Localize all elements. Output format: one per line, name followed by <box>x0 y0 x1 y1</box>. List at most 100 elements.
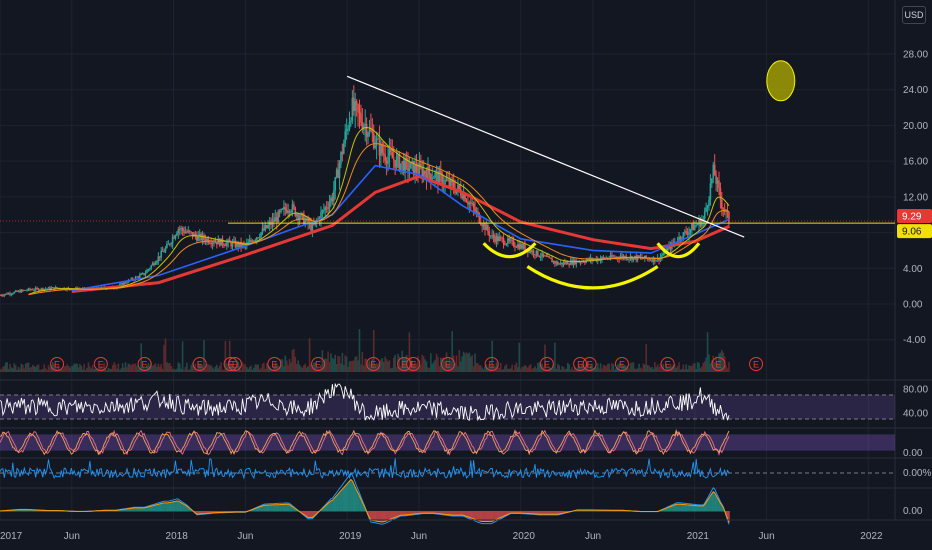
volume-bar <box>655 367 658 372</box>
chart-canvas[interactable]: E E E E EE E E E E E E E E E E E E E E 28.0024.0020.0016.0… <box>0 0 932 550</box>
candle-body <box>385 160 388 164</box>
candle-body <box>44 288 47 290</box>
candle-body <box>251 241 254 243</box>
price-axis-tick: 12.00 <box>903 192 928 203</box>
volume-bar <box>562 367 565 372</box>
earnings-marker[interactable]: E <box>614 357 629 371</box>
earnings-letter: E <box>489 360 495 370</box>
candle-body <box>421 166 424 177</box>
earnings-marker[interactable]: E <box>267 357 282 371</box>
macd-histogram-bar <box>355 490 358 512</box>
volume-bar <box>137 368 140 372</box>
volume-bar <box>504 365 506 372</box>
volume-bar <box>602 365 605 372</box>
candle-body <box>400 163 402 171</box>
candle-body <box>337 169 339 178</box>
candle-body <box>288 210 291 213</box>
volume-bar <box>354 357 357 372</box>
candle-body <box>214 242 217 243</box>
price-axis-tick: 4.00 <box>903 264 923 275</box>
candle-body <box>626 259 629 260</box>
volume-bar <box>425 361 428 372</box>
earnings-letter: E <box>232 360 238 370</box>
candle-body <box>271 219 274 225</box>
macd-histogram-bar <box>277 504 279 512</box>
candle-body <box>507 238 509 244</box>
macd-histogram-bar <box>274 504 277 512</box>
volume-bar <box>183 369 185 372</box>
candle-body <box>505 243 508 245</box>
volume-bar <box>247 368 250 372</box>
macd-histogram-bar <box>273 504 275 512</box>
volume-bar <box>133 364 135 372</box>
macd-histogram-bar <box>265 505 268 512</box>
time-axis[interactable]: 2017 Jun 2018 Jun 2019 Jun 2020 Jun 2021 Jun 2022 <box>0 519 932 542</box>
volume-bar <box>107 367 110 372</box>
volume-bar <box>636 368 639 372</box>
macd-histogram-bar <box>689 505 692 512</box>
volume-bar <box>360 364 362 372</box>
candle-body <box>277 211 279 223</box>
volume-bar <box>519 368 522 372</box>
candle-body <box>568 264 570 266</box>
candle-body <box>662 253 665 256</box>
candle-body <box>521 244 523 249</box>
candle-body <box>313 224 315 225</box>
macd-histogram-bar <box>691 505 693 512</box>
candle-body <box>30 289 33 291</box>
earnings-letter: E <box>445 360 451 370</box>
volume-bar <box>120 368 123 372</box>
candle-body <box>559 262 562 264</box>
earnings-marker[interactable]: E <box>749 357 764 371</box>
candle-body <box>709 183 712 200</box>
candle-body <box>686 233 689 235</box>
macd-histogram-bar <box>263 505 265 512</box>
candle-body <box>365 123 368 137</box>
candle-body <box>555 261 558 264</box>
time-axis-tick: 2022 <box>860 531 883 542</box>
candle-body <box>529 249 532 253</box>
volume-bar <box>556 363 559 372</box>
candle-body <box>156 261 158 264</box>
currency-label[interactable]: USD <box>902 6 926 24</box>
volume-bar <box>471 354 473 372</box>
earnings-marker[interactable]: E <box>582 357 597 371</box>
volume-bar <box>9 363 11 372</box>
candle-body <box>695 224 697 226</box>
candle-body <box>291 204 294 213</box>
volume-bar <box>595 367 598 372</box>
candle-body <box>722 208 725 210</box>
volume-bar <box>528 365 531 372</box>
candle-body <box>721 199 723 209</box>
candle-body <box>348 121 351 129</box>
volume-bar <box>337 356 339 372</box>
volume-bar <box>298 364 301 372</box>
volume-bar <box>0 369 3 372</box>
volume-bar <box>281 359 284 372</box>
macd-histogram-bar <box>713 492 716 512</box>
earnings-letter: E <box>410 360 416 370</box>
volume-bar <box>457 366 459 372</box>
price-axis[interactable]: 28.0024.0020.0016.0012.008.004.000.00-4.… <box>903 50 931 518</box>
candle-body <box>696 224 699 226</box>
candle-body <box>295 214 298 216</box>
candle-body <box>161 250 164 252</box>
volume-bar <box>388 360 391 372</box>
candle-body <box>160 250 162 258</box>
candle-body <box>609 255 612 259</box>
earnings-marker[interactable]: E <box>93 357 108 371</box>
candle-body <box>230 242 232 247</box>
level-price-text: 9.06 <box>902 227 922 238</box>
macd-histogram-bar <box>695 505 697 512</box>
candle-body <box>46 288 48 290</box>
volume-bar <box>330 353 332 372</box>
candle-body <box>29 288 31 290</box>
volume-bar <box>173 368 175 372</box>
candle-body <box>548 256 551 258</box>
volume-bar <box>153 364 155 372</box>
volume-bar <box>479 365 482 372</box>
volume-bar <box>64 366 67 372</box>
candle-body <box>465 201 468 203</box>
macd-histogram-bar <box>672 505 675 512</box>
volume-bar <box>658 366 660 372</box>
